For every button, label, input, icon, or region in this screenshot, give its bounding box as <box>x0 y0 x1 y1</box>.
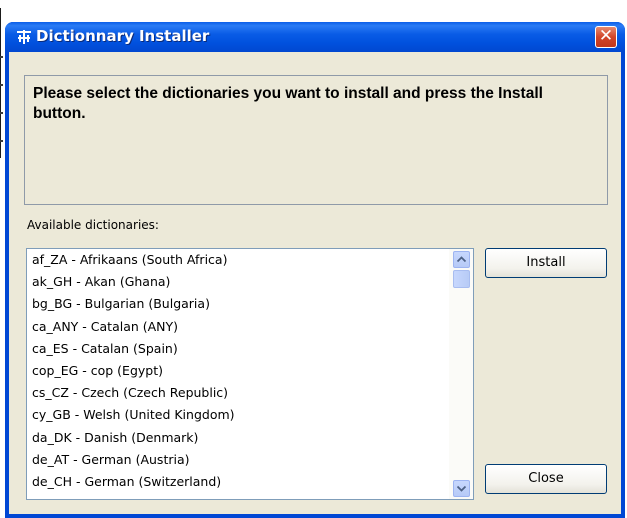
desktop-line <box>0 8 1 158</box>
dictionary-list-item[interactable]: ca_ES - Catalan (Spain) <box>27 338 447 360</box>
chevron-up-icon <box>457 256 466 263</box>
scroll-thumb[interactable] <box>453 270 470 288</box>
chevron-down-icon <box>457 485 466 492</box>
scroll-up-button[interactable] <box>453 251 470 268</box>
dictionary-list-item[interactable]: cs_CZ - Czech (Czech Republic) <box>27 382 447 404</box>
window-title: Dictionnary Installer <box>36 27 210 45</box>
dictionary-list-item[interactable]: cy_GB - Welsh (United Kingdom) <box>27 404 447 426</box>
dictionary-list-item[interactable]: bg_BG - Bulgarian (Bulgaria) <box>27 293 447 315</box>
dictionary-list-item[interactable]: da_DK - Danish (Denmark) <box>27 427 447 449</box>
instructions-panel: Please select the dictionaries you want … <box>24 75 608 205</box>
list-scrollbar[interactable] <box>449 249 473 499</box>
app-icon <box>15 29 33 45</box>
desktop-tick <box>0 56 3 58</box>
dictionary-list-item[interactable]: ak_GH - Akan (Ghana) <box>27 271 447 293</box>
dictionary-list-item[interactable]: de_AT - German (Austria) <box>27 449 447 471</box>
desktop-tick <box>0 84 3 86</box>
dictionary-list-item[interactable]: af_ZA - Afrikaans (South Africa) <box>27 249 447 271</box>
window-close-button[interactable]: ✕ <box>595 26 617 48</box>
close-icon: ✕ <box>598 26 614 46</box>
title-bar[interactable]: Dictionnary Installer ✕ <box>5 22 625 52</box>
desktop-tick <box>0 140 3 142</box>
dictionary-list-item[interactable]: cop_EG - cop (Egypt) <box>27 360 447 382</box>
dictionary-list-item[interactable]: ca_ANY - Catalan (ANY) <box>27 316 447 338</box>
instructions-text: Please select the dictionaries you want … <box>33 85 543 122</box>
available-dictionaries-label: Available dictionaries: <box>27 218 159 232</box>
dictionary-list[interactable]: af_ZA - Afrikaans (South Africa) ak_GH - … <box>26 248 474 500</box>
scroll-down-button[interactable] <box>453 480 470 497</box>
dictionary-list-items: af_ZA - Afrikaans (South Africa) ak_GH - … <box>27 249 447 493</box>
dictionary-list-item[interactable]: de_CH - German (Switzerland) <box>27 471 447 493</box>
desktop-tick <box>0 112 3 114</box>
install-button[interactable]: Install <box>485 248 607 278</box>
close-button[interactable]: Close <box>485 464 607 494</box>
